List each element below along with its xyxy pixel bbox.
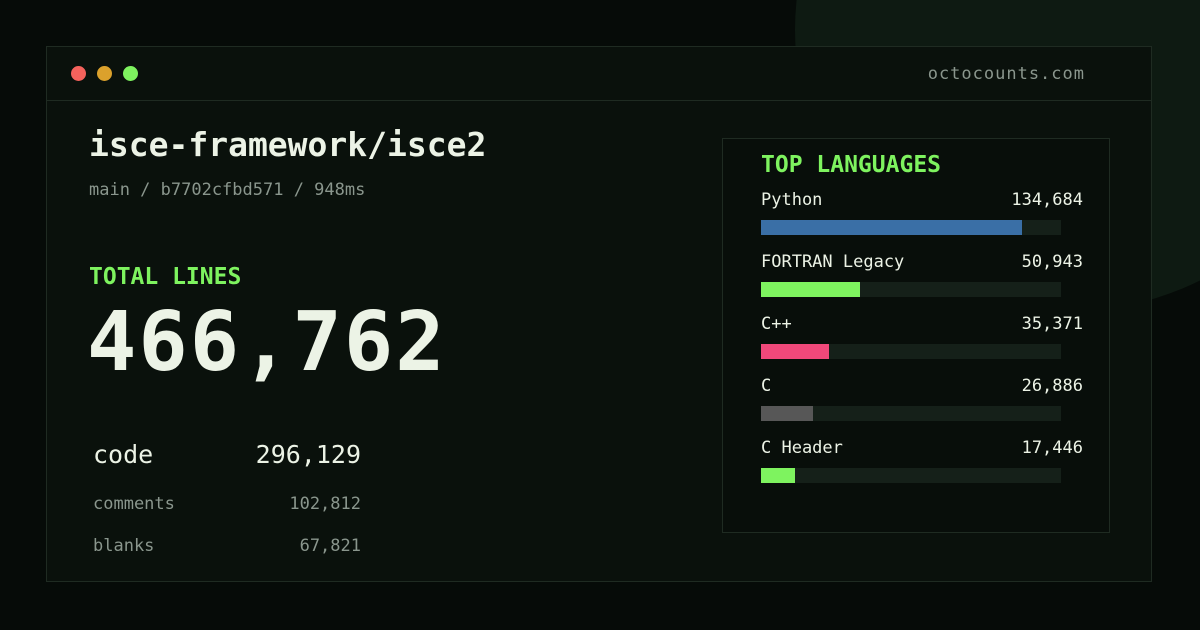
language-count: 26,886 bbox=[1021, 376, 1083, 396]
language-bar-fill bbox=[761, 220, 1022, 235]
minimize-window-dot-icon[interactable] bbox=[97, 66, 112, 81]
language-name: C bbox=[761, 376, 772, 396]
title-bar: octocounts.com bbox=[47, 47, 1151, 101]
language-item-c-header: C Header 17,446 bbox=[761, 438, 1083, 490]
window: octocounts.com isce-framework/isce2 main… bbox=[46, 46, 1152, 582]
total-lines-value: 466,762 bbox=[87, 295, 447, 390]
maximize-window-dot-icon[interactable] bbox=[123, 66, 138, 81]
top-languages-panel: TOP LANGUAGES Python 134,684 FORTRAN Leg… bbox=[722, 138, 1110, 533]
language-bar-track bbox=[761, 282, 1061, 297]
close-window-dot-icon[interactable] bbox=[71, 66, 86, 81]
repository-name: isce-framework/isce2 bbox=[89, 125, 487, 164]
language-item-c: C 26,886 bbox=[761, 376, 1083, 428]
language-bar-fill bbox=[761, 468, 795, 483]
language-bar-fill bbox=[761, 406, 814, 421]
language-bar-track bbox=[761, 468, 1061, 483]
language-count: 17,446 bbox=[1021, 438, 1083, 458]
language-bar-track bbox=[761, 344, 1061, 359]
language-name: C Header bbox=[761, 438, 843, 458]
language-bar-fill bbox=[761, 282, 860, 297]
stat-value: 102,812 bbox=[289, 494, 361, 514]
language-count: 134,684 bbox=[1011, 190, 1083, 210]
language-name: Python bbox=[761, 190, 823, 210]
stat-value: 296,129 bbox=[255, 440, 361, 469]
page: octocounts.com isce-framework/isce2 main… bbox=[0, 0, 1200, 630]
total-lines-label: TOTAL LINES bbox=[89, 264, 242, 290]
site-domain: octocounts.com bbox=[927, 64, 1085, 84]
language-item-fortran-legacy: FORTRAN Legacy 50,943 bbox=[761, 252, 1083, 304]
stat-label: blanks bbox=[93, 536, 155, 556]
stat-label: code bbox=[93, 440, 154, 469]
language-name: C++ bbox=[761, 314, 792, 334]
stat-value: 67,821 bbox=[299, 536, 361, 556]
language-bar-fill bbox=[761, 344, 830, 359]
top-languages-title: TOP LANGUAGES bbox=[761, 152, 942, 178]
repository-meta: main / b7702cfbd571 / 948ms bbox=[89, 180, 366, 200]
language-count: 35,371 bbox=[1021, 314, 1083, 334]
language-bar-track bbox=[761, 406, 1061, 421]
language-item-cpp: C++ 35,371 bbox=[761, 314, 1083, 366]
language-name: FORTRAN Legacy bbox=[761, 252, 905, 272]
language-item-python: Python 134,684 bbox=[761, 190, 1083, 242]
language-count: 50,943 bbox=[1021, 252, 1083, 272]
language-bar-track bbox=[761, 220, 1061, 235]
stat-label: comments bbox=[93, 494, 175, 514]
